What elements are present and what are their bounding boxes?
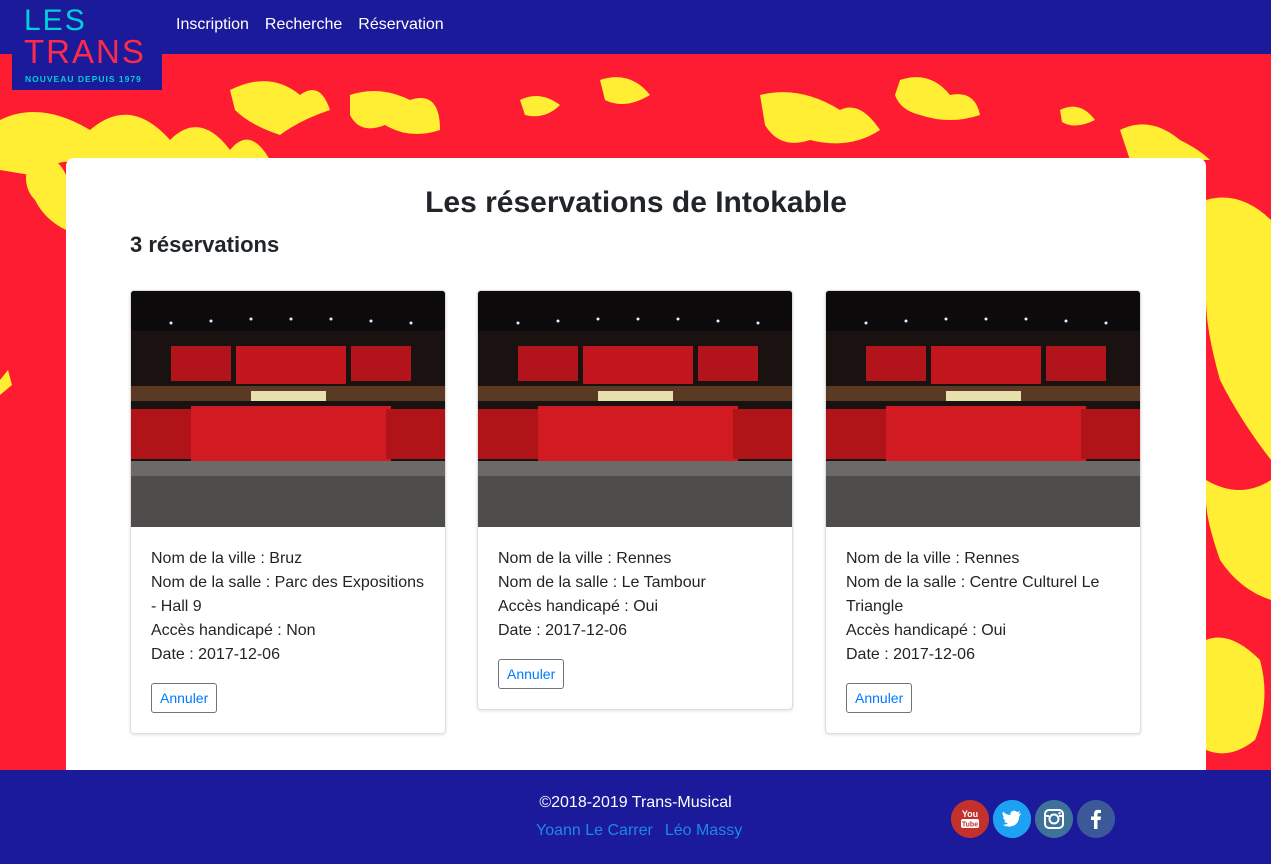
reservation-date: Date : 2017-12-06 (498, 622, 627, 639)
youtube-icon[interactable]: You Tube (951, 800, 989, 838)
facebook-icon[interactable] (1077, 800, 1115, 838)
authors: Yoann Le Carrer Léo Massy (536, 822, 742, 840)
nav-link-reservation[interactable]: Réservation (358, 16, 443, 34)
cancel-button[interactable]: Annuler (151, 683, 218, 713)
city-name: Nom de la ville : Rennes (846, 550, 1020, 567)
reservation-date: Date : 2017-12-06 (151, 646, 280, 663)
reservation-count: 3 réservations (130, 232, 280, 257)
social-links: You Tube (951, 800, 1115, 838)
card-body: Nom de la ville : Rennes Nom de la salle… (478, 527, 792, 709)
venue-name: Nom de la salle : Centre Culturel Le Tri… (846, 574, 1100, 615)
card-body: Nom de la ville : Bruz Nom de la salle :… (131, 527, 445, 733)
reservation-date: Date : 2017-12-06 (846, 646, 975, 663)
svg-text:Tube: Tube (962, 822, 978, 829)
author-link[interactable]: Léo Massy (665, 822, 742, 840)
city-name: Nom de la ville : Rennes (498, 550, 672, 567)
reservation-card: Nom de la ville : Bruz Nom de la salle :… (130, 290, 446, 734)
theater-image (478, 291, 792, 527)
theater-image (131, 291, 445, 527)
nav-links: Inscription Recherche Réservation (176, 16, 444, 34)
author-link[interactable]: Yoann Le Carrer (536, 822, 653, 840)
accessibility: Accès handicapé : Oui (498, 598, 659, 615)
theater-image (826, 291, 1140, 527)
brand-logo[interactable]: LES TRANS NOUVEAU DEPUIS 1979 (12, 0, 162, 90)
svg-text:You: You (962, 809, 978, 819)
twitter-icon[interactable] (993, 800, 1031, 838)
cancel-button[interactable]: Annuler (498, 659, 565, 689)
accessibility: Accès handicapé : Non (151, 622, 316, 639)
cancel-button[interactable]: Annuler (846, 683, 913, 713)
logo-line2: TRANS (24, 33, 146, 70)
venue-name: Nom de la salle : Le Tambour (498, 574, 706, 591)
page-title: Les réservations de Intokable (425, 186, 847, 219)
reservations-panel: Les réservations de Intokable 3 réservat… (66, 158, 1206, 770)
venue-name: Nom de la salle : Parc des Expositions -… (151, 574, 425, 615)
footer: ©2018-2019 Trans-Musical Yoann Le Carrer… (0, 770, 1271, 864)
city-name: Nom de la ville : Bruz (151, 550, 303, 567)
top-navbar: Inscription Recherche Réservation (0, 0, 1271, 54)
reservation-card: Nom de la ville : Rennes Nom de la salle… (477, 290, 793, 710)
logo-tagline: NOUVEAU DEPUIS 1979 (25, 74, 142, 84)
accessibility: Accès handicapé : Oui (846, 622, 1007, 639)
reservation-card: Nom de la ville : Rennes Nom de la salle… (825, 290, 1141, 734)
instagram-icon[interactable] (1035, 800, 1073, 838)
card-body: Nom de la ville : Rennes Nom de la salle… (826, 527, 1140, 733)
nav-link-recherche[interactable]: Recherche (265, 16, 342, 34)
nav-link-inscription[interactable]: Inscription (176, 16, 249, 34)
